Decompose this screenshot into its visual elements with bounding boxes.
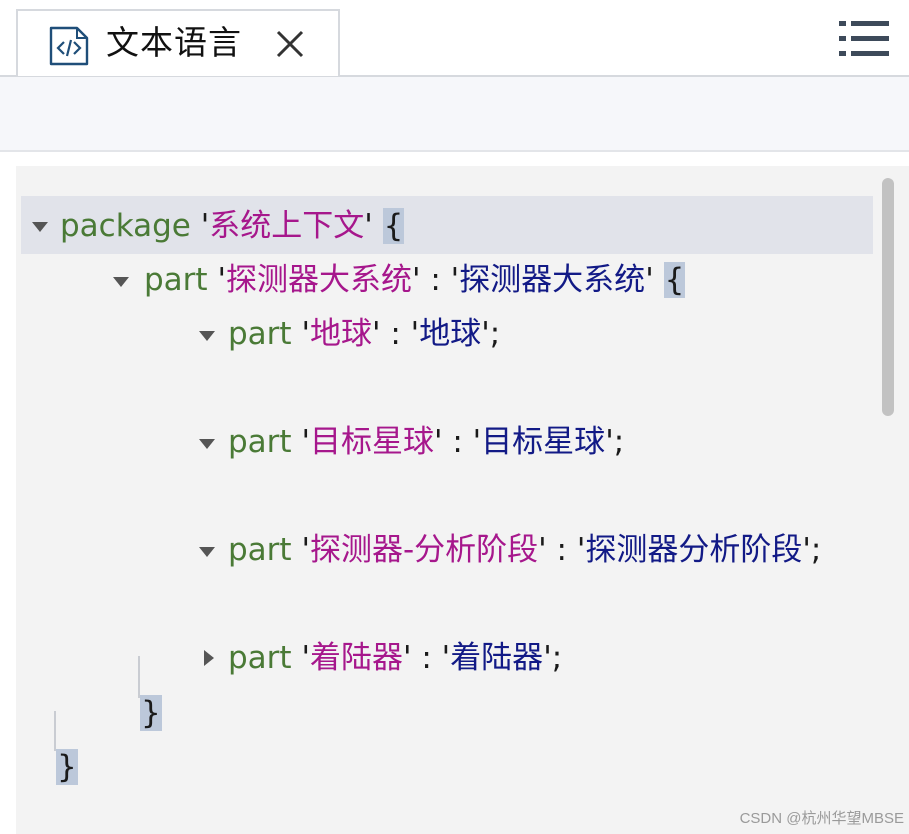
part-name: 目标星球: [309, 424, 434, 460]
indent-guide: [138, 656, 140, 698]
code-file-icon: [49, 26, 89, 66]
keyword: part: [144, 262, 208, 298]
part-name: 着陆器: [309, 640, 403, 676]
vertical-scrollbar[interactable]: [882, 178, 894, 416]
fold-expanded-icon[interactable]: [197, 434, 217, 454]
toolbar: [0, 77, 909, 150]
close-icon[interactable]: [273, 27, 307, 61]
fold-expanded-icon[interactable]: [111, 272, 131, 292]
part-type: 目标星球: [481, 424, 606, 460]
code-line-part: part '探测器-分析阶段' : '探测器分析阶段';: [228, 532, 822, 568]
indent-guide: [54, 711, 56, 751]
code-editor[interactable]: package '系统上下文' { part '探测器大系统' : '探测器大系…: [16, 166, 909, 834]
part-type: 着陆器: [450, 640, 544, 676]
package-name: 系统上下文: [209, 208, 365, 244]
code-line-package: package '系统上下文' {: [60, 208, 405, 244]
toolbar-divider: [0, 150, 909, 152]
open-brace: {: [663, 262, 686, 298]
part-name: 探测器-分析阶段: [309, 532, 539, 568]
tab-title: 文本语言: [106, 23, 242, 62]
open-brace: {: [382, 208, 405, 244]
code-line-part: part '目标星球' : '目标星球';: [228, 424, 625, 460]
code-line-close: }: [140, 693, 162, 733]
close-brace: }: [140, 695, 162, 731]
fold-collapsed-icon[interactable]: [199, 648, 219, 668]
code-line-part: part '探测器大系统' : '探测器大系统' {: [144, 262, 686, 298]
keyword: part: [228, 424, 292, 460]
part-name: 地球: [309, 316, 372, 352]
tab-bar: 文本语言: [0, 0, 909, 77]
part-type: 地球: [419, 316, 482, 352]
part-name: 探测器大系统: [225, 262, 412, 298]
code-line-part: part '地球' : '地球';: [228, 316, 501, 352]
code-line-close: }: [56, 747, 78, 787]
fold-expanded-icon[interactable]: [197, 542, 217, 562]
keyword: part: [228, 316, 292, 352]
keyword: part: [228, 640, 292, 676]
close-brace: }: [56, 749, 78, 785]
keyword: part: [228, 532, 292, 568]
part-type: 探测器分析阶段: [585, 532, 803, 568]
tab-text-language[interactable]: 文本语言: [16, 9, 340, 76]
fold-expanded-icon[interactable]: [197, 326, 217, 346]
watermark: CSDN @杭州华望MBSE: [739, 810, 904, 827]
keyword: package: [60, 208, 191, 244]
part-type: 探测器大系统: [459, 262, 646, 298]
list-menu-icon[interactable]: [838, 18, 890, 60]
fold-expanded-icon[interactable]: [30, 217, 50, 237]
code-line-part: part '着陆器' : '着陆器';: [228, 640, 563, 676]
